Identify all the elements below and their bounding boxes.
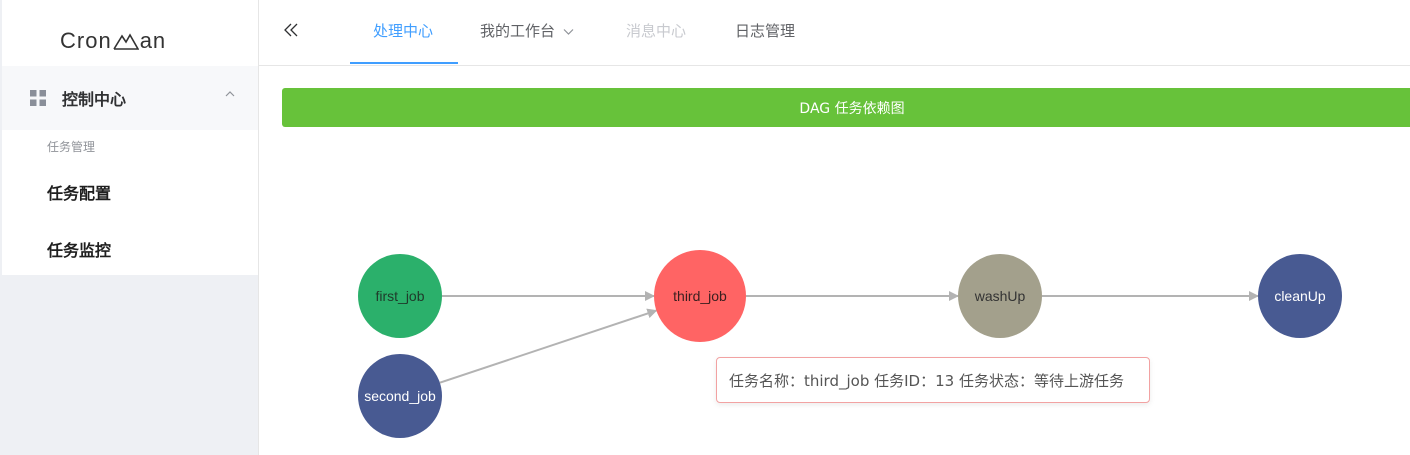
tab-message-center: 消息中心	[626, 22, 687, 40]
sidebar-item-task-config[interactable]: 任务配置	[47, 180, 111, 204]
grid-icon	[30, 90, 46, 106]
mountain-logo-icon	[113, 33, 139, 50]
tab-log-management[interactable]: 日志管理	[735, 20, 795, 41]
menu-group-control-center[interactable]: 控制中心	[2, 66, 258, 130]
active-tab-indicator	[350, 62, 458, 64]
dag-edge-second_job-to-third_job	[439, 308, 658, 384]
tab-my-workbench-label: 我的工作台	[480, 22, 556, 40]
dag-node-cleanUp[interactable]: cleanUp	[1258, 254, 1342, 338]
tab-my-workbench[interactable]: 我的工作台	[480, 20, 574, 41]
node-tooltip: 任务名称：third_job 任务ID：13 任务状态：等待上游任务	[716, 357, 1150, 403]
chevron-up-icon	[225, 91, 235, 97]
dag-node-label: third_job	[673, 288, 727, 304]
dag-banner: DAG 任务依赖图	[282, 88, 1410, 127]
dag-node-label: washUp	[974, 288, 1026, 304]
logo-area: Cron an	[2, 0, 258, 66]
sidebar: Cron an 控制中心 任务管理 任务配置 任务监控	[0, 0, 259, 455]
top-nav-bar: 处理中心 我的工作台 消息中心 日志管理	[259, 0, 1410, 66]
logo: Cron an	[60, 28, 166, 54]
sidebar-item-task-monitor[interactable]: 任务监控	[47, 237, 111, 261]
chevron-down-icon	[563, 28, 574, 35]
dag-node-label: cleanUp	[1274, 288, 1326, 304]
collapse-sidebar-icon[interactable]	[283, 20, 299, 40]
dag-node-washUp[interactable]: washUp	[958, 254, 1042, 338]
tab-processing-center[interactable]: 处理中心	[373, 20, 433, 41]
logo-text-right: an	[139, 28, 167, 53]
menu-group-title: 控制中心	[62, 90, 127, 109]
submenu-caption: 任务管理	[47, 140, 96, 154]
dag-graph: first_job second_job third_job washUp cleanU…	[358, 250, 1342, 438]
dag-node-first_job[interactable]: first_job	[358, 254, 442, 338]
logo-text-left: Cron	[60, 28, 112, 53]
dag-node-second_job[interactable]: second_job	[358, 354, 442, 438]
dag-node-label: second_job	[364, 388, 436, 404]
dag-node-third_job[interactable]: third_job	[654, 250, 746, 342]
dag-node-label: first_job	[375, 288, 424, 304]
